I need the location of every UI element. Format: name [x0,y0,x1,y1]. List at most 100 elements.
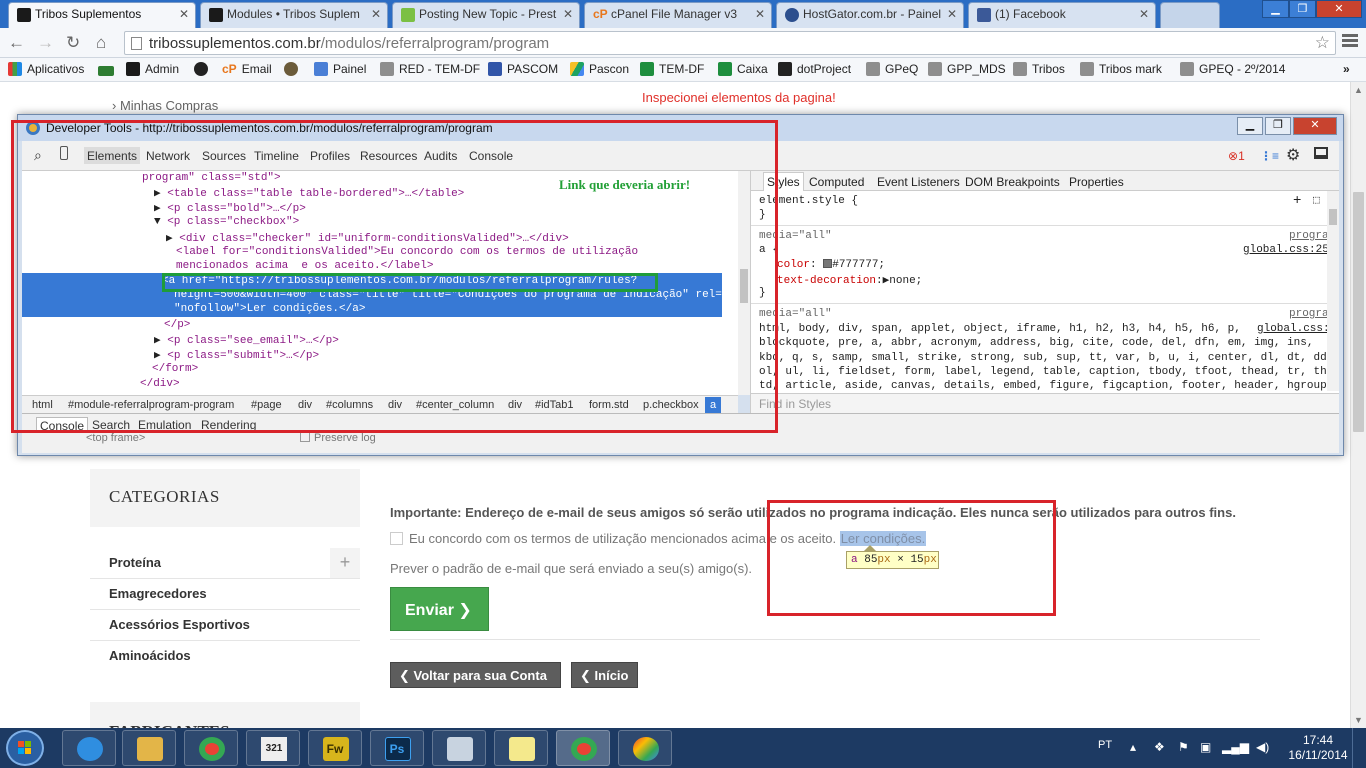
bookmark-item[interactable] [284,62,303,76]
tray-expand-icon[interactable]: ▴ [1130,740,1136,754]
tab-tribos[interactable]: Tribos Suplementos ✕ [8,2,196,28]
frame-selector[interactable]: <top frame> [86,432,145,444]
show-desktop-button[interactable] [1352,728,1366,768]
reload-icon[interactable]: ↻ [66,33,80,53]
bookmark-item[interactable]: GPP_MDS [928,62,1006,76]
tab-facebook[interactable]: (1) Facebook ✕ [968,2,1156,28]
source-link[interactable]: global.css:4 [1257,323,1337,335]
scroll-thumb[interactable] [1353,192,1364,432]
css-selector[interactable]: ol, ul, li, fieldset, form, label, legen… [759,366,1333,378]
tab-cpanel[interactable]: cP cPanel File Manager v3 ✕ [584,2,772,28]
file-explorer-icon[interactable] [122,730,176,766]
tab-properties[interactable]: Properties [1069,175,1124,189]
close-window-icon[interactable]: ✕ [1316,0,1362,18]
tab-event-listeners[interactable]: Event Listeners [877,175,960,189]
minimize-icon[interactable]: ▁ [1237,117,1263,135]
bookmark-item[interactable]: Caixa [718,62,768,76]
internet-explorer-icon[interactable] [62,730,116,766]
bookmark-item[interactable]: TEM-DF [640,62,704,76]
chrome-menu-icon[interactable] [1342,34,1358,49]
bookmark-item[interactable]: RED - TEM-DF [380,62,480,76]
device-icon[interactable]: ▣ [1200,740,1211,754]
more-bookmarks-icon[interactable]: » [1343,62,1350,76]
home-icon[interactable]: ⌂ [96,33,106,53]
bookmark-item[interactable]: Tribos [1013,62,1065,76]
find-in-styles-input[interactable]: Find in Styles [751,393,1339,413]
close-window-icon[interactable]: ✕ [1293,117,1337,135]
css-selector[interactable]: td, article, aside, canvas, details, emb… [759,380,1334,392]
minhas-compras-link[interactable]: › Minhas Compras [112,98,218,113]
volume-icon[interactable]: ◀) [1256,740,1269,754]
scroll-up-icon[interactable]: ▲ [1354,85,1363,95]
css-selector[interactable]: kbd, q, s, samp, small, strike, strong, … [759,352,1333,364]
bookmark-item[interactable] [98,62,119,76]
fireworks-icon[interactable]: Fw [308,730,362,766]
color-swatch[interactable] [823,259,833,268]
sticky-notes-icon[interactable] [494,730,548,766]
bookmark-item[interactable]: Tribos mark [1080,62,1162,76]
dropbox-icon[interactable]: ❖ [1154,740,1165,754]
language-indicator[interactable]: PT [1098,739,1112,751]
category-item[interactable]: Acessórios Esportivos [90,610,360,641]
close-icon[interactable]: ✕ [563,7,573,21]
bookmark-item[interactable]: Pascon [570,62,629,76]
css-selector[interactable]: blockquote, pre, a, abbr, acronym, addre… [759,337,1314,349]
scroll-down-icon[interactable]: ▼ [1354,715,1363,725]
page-scrollbar[interactable]: ▲ ▼ [1350,82,1366,728]
close-icon[interactable]: ✕ [179,7,189,21]
close-icon[interactable]: ✕ [1139,7,1149,21]
bookmark-item[interactable]: GPeQ [866,62,918,76]
expand-plus-icon[interactable]: + [330,548,360,578]
back-icon[interactable]: ← [8,33,25,53]
tab-hostgator[interactable]: HostGator.com.br - Painel ✕ [776,2,964,28]
tab-computed[interactable]: Computed [809,175,864,189]
start-button[interactable] [6,730,44,766]
drawer-toggle-icon[interactable]: ⋮≡ [1260,149,1279,163]
send-button[interactable]: Enviar ❯ [390,587,489,631]
category-item[interactable]: Emagrecedores [90,579,360,610]
photoshop-icon[interactable]: Ps [370,730,424,766]
minimize-icon[interactable]: ▁ [1262,0,1289,18]
tab-posting[interactable]: Posting New Topic - Prest ✕ [392,2,580,28]
add-rule-icon[interactable]: + [1293,193,1301,209]
bookmark-item[interactable]: dotProject [778,62,851,76]
preview-email-link[interactable]: Prever o padrão de e-mail que será envia… [390,561,752,576]
styles-scrollbar[interactable] [1327,191,1339,391]
bookmark-item[interactable]: GPEQ - 2º/2014 [1180,62,1285,76]
category-item[interactable]: Proteína + [90,548,360,579]
dock-icon[interactable] [1314,147,1328,159]
address-bar[interactable]: tribossuplementos.com.br/modulos/referra… [124,31,1336,55]
close-icon[interactable]: ✕ [755,7,765,21]
scroll-thumb[interactable] [1329,209,1337,225]
calendar-321-icon[interactable]: 321 [246,730,300,766]
tab-dom-breakpoints[interactable]: DOM Breakpoints [965,175,1060,189]
source-link[interactable]: global.css:257 [1243,244,1335,256]
bookmark-item[interactable]: PASCOM [488,62,558,76]
bookmark-item[interactable]: cP Email [222,62,272,76]
toggle-state-icon[interactable]: ⬚ [1313,193,1320,207]
chrome-icon[interactable] [184,730,238,766]
error-icon[interactable]: ⊗1 [1228,149,1245,163]
settings-gear-icon[interactable]: ⚙ [1286,145,1300,165]
calculator-icon[interactable] [432,730,486,766]
bookmark-star-icon[interactable]: ☆ [1315,33,1330,53]
paint-icon[interactable] [618,730,672,766]
category-item[interactable]: Aminoácidos [90,641,360,672]
back-to-account-button[interactable]: ❮ Voltar para sua Conta [390,662,561,688]
bookmark-item[interactable]: Painel [314,62,366,76]
conditions-checkbox[interactable] [390,532,403,545]
clock[interactable]: 17:44 16/11/2014 [1288,733,1348,763]
css-property[interactable]: text-decoration:▶none; [777,273,922,287]
forward-icon[interactable]: → [37,33,54,53]
flag-icon[interactable]: ⚑ [1178,740,1189,754]
maximize-icon[interactable]: ❐ [1265,117,1291,135]
preserve-log-checkbox[interactable]: Preserve log [300,432,376,444]
home-button[interactable]: ❮ Início [571,662,638,688]
chrome-window-icon[interactable] [556,730,610,766]
css-property[interactable]: color: #777777; [777,259,885,271]
signal-icon[interactable]: ▂▄▆ [1222,740,1249,754]
close-icon[interactable]: ✕ [371,7,381,21]
close-icon[interactable]: ✕ [947,7,957,21]
bookmark-item[interactable]: Admin [126,62,179,76]
maximize-icon[interactable]: ❐ [1289,0,1316,18]
